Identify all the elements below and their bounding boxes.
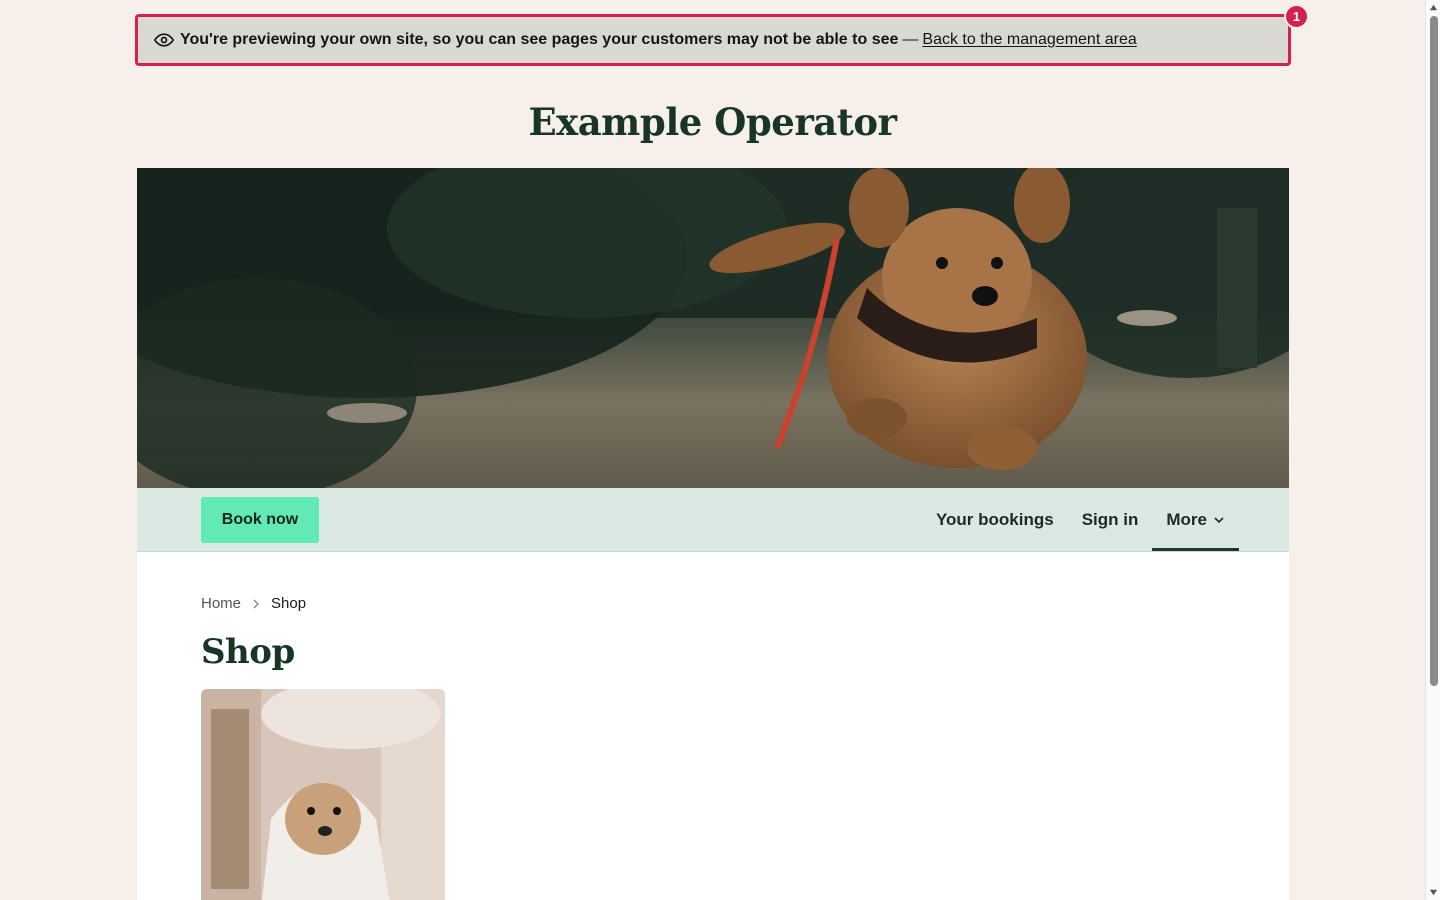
nav-more-label: More	[1166, 509, 1207, 529]
preview-separator: —	[902, 31, 919, 48]
product-card-image[interactable]	[201, 689, 445, 900]
chevron-right-icon	[250, 598, 262, 610]
nav-sign-in[interactable]: Sign in	[1068, 488, 1153, 551]
breadcrumb-home-link[interactable]: Home	[201, 595, 241, 612]
scroll-up-arrow-icon[interactable]	[1429, 3, 1438, 12]
main-content: Home Shop Shop	[137, 552, 1289, 900]
notification-badge[interactable]: 1	[1284, 4, 1309, 29]
eye-icon	[154, 30, 174, 50]
page-title: Shop	[201, 632, 295, 672]
preview-message: You're previewing your own site, so you …	[180, 31, 899, 48]
page-scrollbar[interactable]	[1425, 0, 1440, 900]
main-navigation: Book now Your bookings Sign in More	[137, 488, 1289, 552]
nav-links: Your bookings Sign in More	[922, 488, 1239, 551]
chevron-down-icon	[1213, 514, 1225, 526]
breadcrumb-current: Shop	[271, 595, 307, 612]
scroll-thumb[interactable]	[1430, 16, 1438, 686]
site-title[interactable]: Example Operator	[0, 100, 1425, 144]
back-to-management-link[interactable]: Back to the management area	[922, 31, 1136, 49]
nav-more-dropdown[interactable]: More	[1152, 488, 1239, 551]
scroll-down-arrow-icon[interactable]	[1429, 888, 1438, 897]
hero-image	[137, 168, 1289, 488]
book-now-button[interactable]: Book now	[201, 497, 319, 543]
preview-banner: You're previewing your own site, so you …	[135, 14, 1291, 66]
breadcrumb: Home Shop	[201, 595, 306, 612]
nav-your-bookings[interactable]: Your bookings	[922, 488, 1068, 551]
